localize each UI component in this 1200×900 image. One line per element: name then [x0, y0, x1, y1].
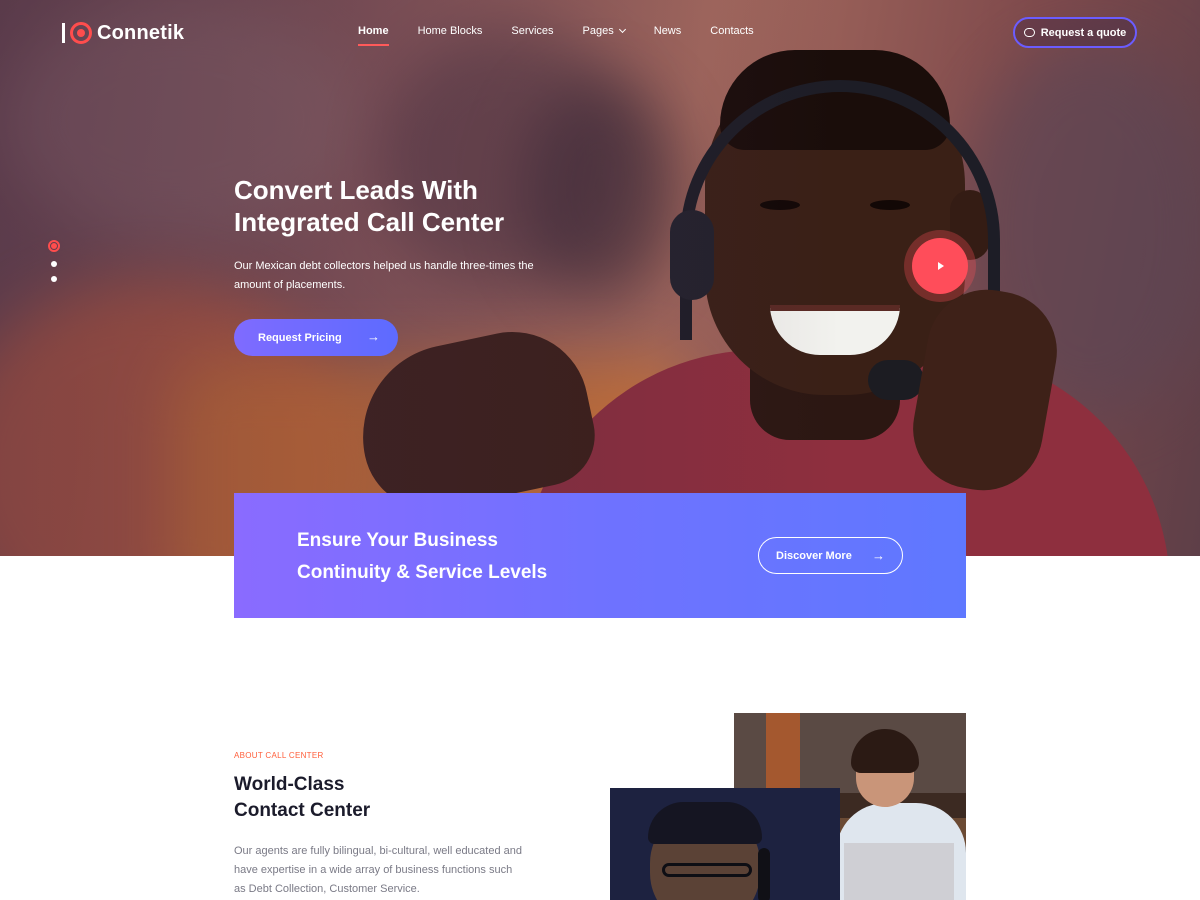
- chevron-down-icon: [618, 25, 626, 34]
- continuity-banner: Ensure Your Business Continuity & Servic…: [234, 493, 966, 618]
- nav-item-contacts[interactable]: Contacts: [710, 25, 753, 37]
- logo-text: Connetik: [97, 21, 185, 44]
- request-pricing-button[interactable]: Request Pricing →: [234, 319, 398, 356]
- chat-bubble-icon: [1023, 28, 1035, 37]
- nav-item-home[interactable]: Home: [358, 25, 389, 46]
- hero-title: Convert Leads With Integrated Call Cente…: [234, 175, 505, 237]
- about-photo-agent-man: [610, 788, 840, 900]
- discover-more-button[interactable]: Discover More →: [758, 537, 903, 574]
- banner-title: Ensure Your Business Continuity & Servic…: [297, 530, 548, 583]
- about-title: World-Class Contact Center: [234, 774, 371, 821]
- logo-headset-icon: [70, 22, 92, 44]
- about-text: Our agents are fully bilingual, bi-cultu…: [234, 845, 522, 895]
- nav-item-pages[interactable]: Pages: [583, 25, 626, 37]
- arrow-right-icon: →: [367, 329, 380, 344]
- request-quote-button[interactable]: Request a quote: [1013, 17, 1137, 48]
- nav-item-services[interactable]: Services: [511, 25, 553, 37]
- headset-icon: [758, 848, 770, 900]
- hero-section: Connetik Home Home Blocks Services Pages…: [0, 0, 1200, 556]
- play-video-button[interactable]: [912, 238, 968, 294]
- hero-subtitle: Our Mexican debt collectors helped us ha…: [234, 260, 534, 291]
- logo[interactable]: Connetik: [62, 18, 184, 48]
- slider-pagination: [48, 240, 60, 291]
- arrow-right-icon: →: [872, 548, 885, 563]
- slider-dot-3[interactable]: [51, 276, 57, 282]
- page: Connetik Home Home Blocks Services Pages…: [0, 0, 1200, 900]
- main-nav: Home Home Blocks Services Pages News Con…: [358, 25, 754, 46]
- slider-dot-2[interactable]: [51, 261, 57, 267]
- about-eyebrow: ABOUT CALL CENTER: [234, 751, 324, 760]
- slider-dot-1[interactable]: [48, 240, 60, 252]
- nav-item-news[interactable]: News: [654, 25, 682, 37]
- nav-item-home-blocks[interactable]: Home Blocks: [418, 25, 483, 37]
- play-icon: [938, 262, 944, 270]
